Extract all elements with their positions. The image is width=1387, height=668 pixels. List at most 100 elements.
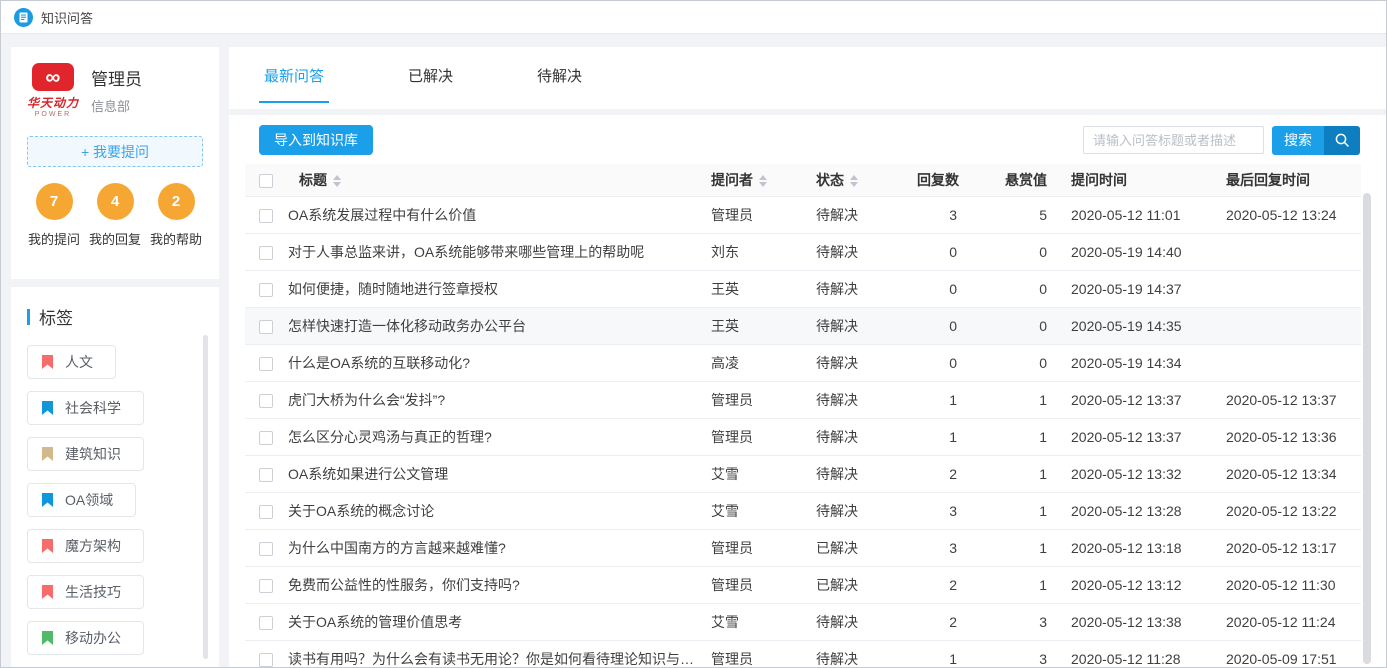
cell-title[interactable]: 免费而公益性的性服务，你们支持吗? bbox=[285, 566, 697, 603]
search-button[interactable]: 搜索 bbox=[1272, 126, 1360, 155]
table-row: 怎样快速打造一体化移动政务办公平台 王英 待解决 0 0 2020-05-19 … bbox=[245, 307, 1361, 344]
tag-chip[interactable]: 社会科学 bbox=[27, 391, 144, 425]
tab-1[interactable]: 已解决 bbox=[403, 65, 458, 101]
ask-question-button[interactable]: + 我要提问 bbox=[27, 136, 203, 167]
cell-last-reply: 2020-05-12 11:24 bbox=[1212, 603, 1361, 640]
stat-badge[interactable]: 7 我的提问 bbox=[25, 183, 83, 248]
row-checkbox[interactable] bbox=[259, 357, 273, 371]
cell-ask-time: 2020-05-19 14:37 bbox=[1057, 270, 1212, 307]
row-checkbox[interactable] bbox=[259, 616, 273, 630]
cell-title[interactable]: 关于OA系统的概念讨论 bbox=[285, 492, 697, 529]
cell-last-reply: 2020-05-12 13:24 bbox=[1212, 196, 1361, 233]
main-panel: 导入到知识库 搜索 标题提问者状态回复数悬赏值提问时间最后回复时间 OA系统发展… bbox=[229, 115, 1386, 667]
tag-label: 移动办公 bbox=[65, 628, 121, 648]
row-checkbox[interactable] bbox=[259, 283, 273, 297]
cell-last-reply: 2020-05-12 13:22 bbox=[1212, 492, 1361, 529]
cell-bounty: 1 bbox=[967, 492, 1057, 529]
cell-title[interactable]: 对于人事总监来讲，OA系统能够带来哪些管理上的帮助呢 bbox=[285, 233, 697, 270]
stat-label: 我的回复 bbox=[86, 229, 144, 248]
cell-title[interactable]: OA系统发展过程中有什么价值 bbox=[285, 196, 697, 233]
stat-label: 我的帮助 bbox=[147, 229, 205, 248]
brand-name: 华天动力 bbox=[25, 94, 81, 111]
cell-title[interactable]: 怎么区分心灵鸡汤与真正的哲理? bbox=[285, 418, 697, 455]
tag-label: 人文 bbox=[65, 352, 93, 372]
cell-asker: 管理员 bbox=[697, 381, 802, 418]
import-to-kb-button[interactable]: 导入到知识库 bbox=[259, 125, 373, 155]
table-scrollbar[interactable] bbox=[1363, 193, 1371, 664]
stat-badge[interactable]: 4 我的回复 bbox=[86, 183, 144, 248]
tag-chip[interactable]: 生活技巧 bbox=[27, 575, 144, 609]
cell-title[interactable]: 虎门大桥为什么会“发抖”? bbox=[285, 381, 697, 418]
tag-chip[interactable]: 人文 bbox=[27, 345, 116, 379]
cell-replies: 1 bbox=[917, 418, 967, 455]
sort-icon[interactable] bbox=[333, 175, 342, 187]
cell-bounty: 0 bbox=[967, 344, 1057, 381]
cell-bounty: 1 bbox=[967, 566, 1057, 603]
row-checkbox[interactable] bbox=[259, 579, 273, 593]
row-checkbox[interactable] bbox=[259, 505, 273, 519]
row-checkbox[interactable] bbox=[259, 468, 273, 482]
cell-last-reply: 2020-05-12 13:37 bbox=[1212, 381, 1361, 418]
table-row: OA系统发展过程中有什么价值 管理员 待解决 3 5 2020-05-12 11… bbox=[245, 196, 1361, 233]
cell-title[interactable]: 什么是OA系统的互联移动化? bbox=[285, 344, 697, 381]
column-header[interactable]: 标题 bbox=[285, 164, 697, 196]
cell-asker: 刘东 bbox=[697, 233, 802, 270]
profile-card: ∞ 华天动力 POWER 管理员 信息部 + 我要提问 7 我的提问 4 我的回… bbox=[11, 47, 219, 279]
cell-title[interactable]: 为什么中国南方的方言越来越难懂? bbox=[285, 529, 697, 566]
tag-chip[interactable]: OA领域 bbox=[27, 483, 136, 517]
cell-status: 待解决 bbox=[802, 307, 917, 344]
table-row: 读书有用吗？为什么会有读书无用论？你是如何看待理论知识与实... 管理员 待解决… bbox=[245, 640, 1361, 668]
column-header[interactable]: 提问者 bbox=[697, 164, 802, 196]
cell-last-reply bbox=[1212, 233, 1361, 270]
cell-status: 待解决 bbox=[802, 603, 917, 640]
cell-asker: 管理员 bbox=[697, 196, 802, 233]
bookmark-icon bbox=[42, 631, 53, 645]
cell-bounty: 1 bbox=[967, 418, 1057, 455]
tab-0[interactable]: 最新问答 bbox=[259, 65, 329, 103]
row-checkbox[interactable] bbox=[259, 653, 273, 667]
table-row: 关于OA系统的概念讨论 艾雪 待解决 3 1 2020-05-12 13:28 … bbox=[245, 492, 1361, 529]
column-header: 回复数 bbox=[917, 164, 967, 196]
table-row: 虎门大桥为什么会“发抖”? 管理员 待解决 1 1 2020-05-12 13:… bbox=[245, 381, 1361, 418]
cell-status: 待解决 bbox=[802, 196, 917, 233]
sort-icon[interactable] bbox=[759, 175, 768, 187]
app-window: 知识问答 ∞ 华天动力 POWER 管理员 信息部 + 我要提问 7 我的提问 … bbox=[0, 0, 1387, 668]
tag-chip[interactable]: 移动办公 bbox=[27, 621, 144, 655]
cell-ask-time: 2020-05-19 14:34 bbox=[1057, 344, 1212, 381]
row-checkbox[interactable] bbox=[259, 542, 273, 556]
cell-replies: 3 bbox=[917, 529, 967, 566]
infinity-logo-icon: ∞ bbox=[32, 63, 74, 91]
cell-title[interactable]: 怎样快速打造一体化移动政务办公平台 bbox=[285, 307, 697, 344]
cell-title[interactable]: OA系统如果进行公文管理 bbox=[285, 455, 697, 492]
row-checkbox[interactable] bbox=[259, 320, 273, 334]
cell-title[interactable]: 关于OA系统的管理价值思考 bbox=[285, 603, 697, 640]
stats-row: 7 我的提问 4 我的回复 2 我的帮助 bbox=[11, 167, 219, 248]
tags-scrollbar[interactable] bbox=[203, 335, 208, 659]
row-checkbox[interactable] bbox=[259, 246, 273, 260]
stat-badge[interactable]: 2 我的帮助 bbox=[147, 183, 205, 248]
user-department: 信息部 bbox=[91, 96, 142, 115]
tab-2[interactable]: 待解决 bbox=[532, 65, 587, 101]
stat-count: 4 bbox=[97, 183, 134, 220]
cell-title[interactable]: 如何便捷，随时随地进行签章授权 bbox=[285, 270, 697, 307]
cell-ask-time: 2020-05-12 13:38 bbox=[1057, 603, 1212, 640]
cell-last-reply: 2020-05-12 13:34 bbox=[1212, 455, 1361, 492]
search-input[interactable] bbox=[1083, 126, 1264, 154]
select-all-checkbox[interactable] bbox=[259, 174, 273, 188]
cell-ask-time: 2020-05-12 13:32 bbox=[1057, 455, 1212, 492]
bookmark-icon bbox=[42, 401, 53, 415]
column-header[interactable]: 状态 bbox=[802, 164, 917, 196]
row-checkbox[interactable] bbox=[259, 209, 273, 223]
cell-asker: 王英 bbox=[697, 270, 802, 307]
cell-status: 待解决 bbox=[802, 492, 917, 529]
tag-chip[interactable]: 建筑知识 bbox=[27, 437, 144, 471]
sort-icon[interactable] bbox=[850, 175, 859, 187]
cell-ask-time: 2020-05-12 13:28 bbox=[1057, 492, 1212, 529]
table-row: 如何便捷，随时随地进行签章授权 王英 待解决 0 0 2020-05-19 14… bbox=[245, 270, 1361, 307]
row-checkbox[interactable] bbox=[259, 431, 273, 445]
cell-title[interactable]: 读书有用吗？为什么会有读书无用论？你是如何看待理论知识与实... bbox=[285, 640, 697, 668]
company-logo: ∞ 华天动力 POWER bbox=[25, 63, 81, 118]
cell-bounty: 1 bbox=[967, 455, 1057, 492]
row-checkbox[interactable] bbox=[259, 394, 273, 408]
tag-chip[interactable]: 魔方架构 bbox=[27, 529, 144, 563]
